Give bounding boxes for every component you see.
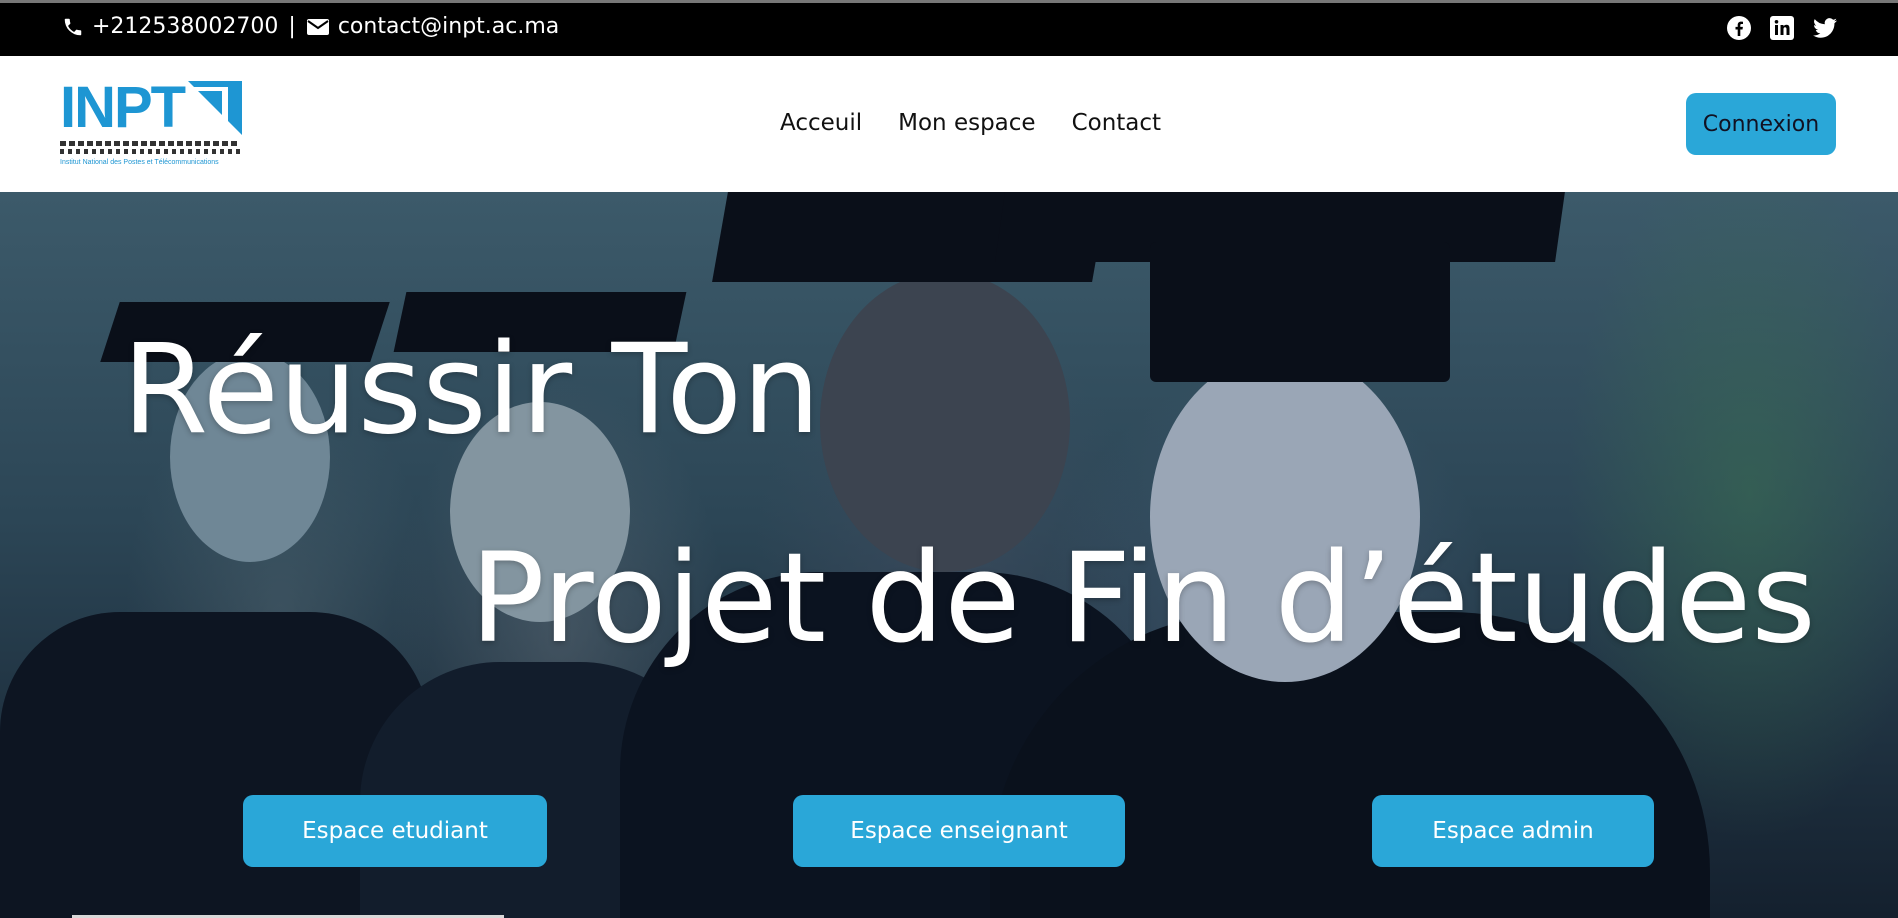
logo-subtitle: Institut National des Postes et Télécomm… <box>60 159 219 166</box>
phone-icon <box>62 16 84 38</box>
hero-title-line1: Réussir Ton <box>122 318 821 462</box>
facebook-icon[interactable] <box>1726 15 1752 41</box>
contact-info: +212538002700 | contact@inpt.ac.ma <box>62 14 559 39</box>
main-menu: Acceuil Mon espace Contact <box>780 110 1161 136</box>
logo-arrows-icon <box>188 81 242 135</box>
hero-banner: Réussir Ton Projet de Fin d’études Espac… <box>0 192 1898 918</box>
email-address[interactable]: contact@inpt.ac.ma <box>338 14 559 39</box>
espace-enseignant-button[interactable]: Espace enseignant <box>793 795 1125 867</box>
logo-text: INPT <box>60 75 186 140</box>
main-navbar: INPT Institut National des Postes et Tél… <box>0 56 1898 192</box>
logo-arabic-line <box>60 141 240 146</box>
espace-etudiant-button[interactable]: Espace etudiant <box>243 795 547 867</box>
social-links <box>1726 15 1838 41</box>
linkedin-icon[interactable] <box>1769 15 1795 41</box>
logo-tifinagh-line <box>60 149 240 154</box>
mail-icon <box>306 17 330 37</box>
nav-mon-espace[interactable]: Mon espace <box>898 110 1035 136</box>
nav-accueil[interactable]: Acceuil <box>780 110 862 136</box>
nav-contact[interactable]: Contact <box>1072 110 1161 136</box>
hero-title-line2: Projet de Fin d’études <box>470 527 1816 671</box>
inpt-logo[interactable]: INPT Institut National des Postes et Tél… <box>60 75 242 171</box>
twitter-icon[interactable] <box>1812 15 1838 41</box>
espace-admin-button[interactable]: Espace admin <box>1372 795 1654 867</box>
top-contact-bar: +212538002700 | contact@inpt.ac.ma <box>0 0 1898 56</box>
phone-number[interactable]: +212538002700 <box>92 14 278 39</box>
login-button[interactable]: Connexion <box>1686 93 1836 155</box>
separator: | <box>288 14 296 39</box>
